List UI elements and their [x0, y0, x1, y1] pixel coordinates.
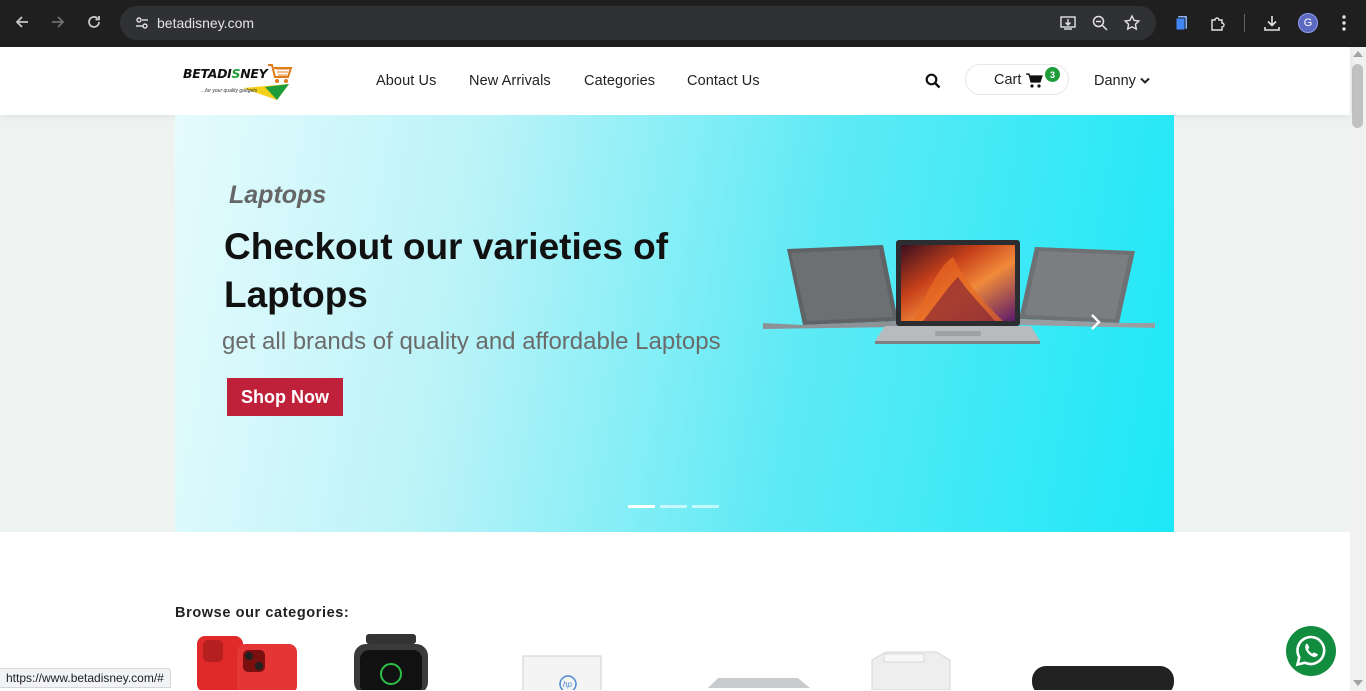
toolbar-divider: [1244, 14, 1245, 32]
carousel-indicator[interactable]: [628, 505, 655, 508]
search-icon[interactable]: [925, 73, 941, 89]
logo-text-part2: S: [231, 66, 241, 81]
bookmark-star-icon[interactable]: [1120, 11, 1144, 35]
chevron-down-icon: [1140, 77, 1150, 84]
site-info-icon[interactable]: [128, 9, 156, 37]
category-phone[interactable]: [195, 630, 299, 690]
nav-contact-us[interactable]: Contact Us: [687, 73, 760, 89]
laptops-image: [763, 240, 1155, 344]
nav-categories[interactable]: Categories: [584, 73, 655, 89]
puzzle-icon[interactable]: [1206, 11, 1230, 35]
hero-banner: Laptops Checkout our varieties of Laptop…: [175, 115, 1174, 532]
category-smartwatch[interactable]: [352, 630, 432, 690]
category-laptop[interactable]: [698, 630, 818, 690]
kebab-menu-icon[interactable]: [1332, 11, 1356, 35]
scroll-thumb[interactable]: [1352, 64, 1363, 128]
cart-icon: [1026, 73, 1043, 88]
scroll-down-arrow-icon[interactable]: [1353, 680, 1363, 686]
reload-icon[interactable]: [80, 8, 108, 36]
carousel-indicator[interactable]: [692, 505, 719, 508]
logo-text-part3: NEY: [240, 66, 268, 81]
carousel-next-chevron-right-icon[interactable]: [1088, 312, 1104, 332]
zoom-icon[interactable]: [1088, 11, 1112, 35]
carousel-indicator[interactable]: [660, 505, 687, 508]
hero-title: Checkout our varieties of Laptops: [224, 226, 669, 315]
browser-toolbar: betadisney.com G: [0, 0, 1366, 47]
url-text[interactable]: betadisney.com: [157, 15, 254, 31]
category-hp-laptop[interactable]: hp: [520, 630, 604, 690]
page-scrollbar[interactable]: [1350, 47, 1366, 691]
download-icon[interactable]: [1260, 11, 1284, 35]
back-icon[interactable]: [8, 8, 36, 36]
whatsapp-button[interactable]: [1286, 626, 1336, 676]
status-bar-url: https://www.betadisney.com/#: [0, 668, 171, 688]
nav-about-us[interactable]: About Us: [376, 73, 436, 89]
user-menu[interactable]: Danny: [1094, 73, 1150, 89]
site-header: BETADISNEY ...for your quality gadgets A…: [0, 47, 1350, 115]
logo-wordmark: BETADISNEY: [183, 66, 268, 81]
scroll-up-arrow-icon[interactable]: [1353, 51, 1363, 57]
cart-button[interactable]: Cart 3: [965, 64, 1069, 95]
site-logo[interactable]: BETADISNEY ...for your quality gadgets: [183, 62, 293, 102]
hero-eyebrow: Laptops: [229, 181, 327, 209]
install-app-icon[interactable]: [1056, 11, 1080, 35]
categories-heading: Browse our categories:: [175, 605, 350, 621]
profile-avatar[interactable]: G: [1298, 13, 1318, 33]
svg-text:hp: hp: [563, 680, 572, 689]
shop-now-button[interactable]: Shop Now: [227, 378, 343, 416]
whatsapp-icon: [1295, 635, 1326, 667]
address-bar[interactable]: betadisney.com: [120, 6, 1156, 40]
forward-icon[interactable]: [44, 8, 72, 36]
hero-subtitle: get all brands of quality and affordable…: [222, 328, 721, 355]
category-speaker[interactable]: [1030, 630, 1176, 690]
carousel-indicators: [628, 505, 719, 508]
user-name: Danny: [1094, 73, 1136, 89]
cart-count-badge: 3: [1045, 67, 1060, 82]
extension-icon[interactable]: [1170, 11, 1194, 35]
cart-label: Cart: [994, 72, 1022, 88]
logo-cart-icon: [268, 64, 293, 83]
logo-tagline: ...for your quality gadgets: [201, 88, 258, 94]
category-printer[interactable]: [866, 630, 956, 690]
logo-text-part1: BETADI: [183, 66, 232, 81]
nav-new-arrivals[interactable]: New Arrivals: [469, 73, 551, 89]
